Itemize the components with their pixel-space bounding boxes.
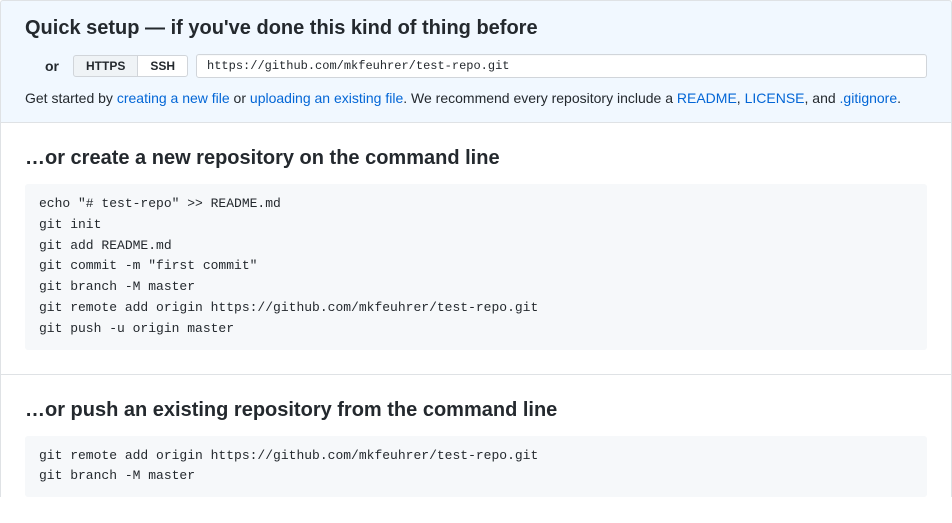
url-row: or HTTPS SSH xyxy=(25,54,927,78)
create-repo-code[interactable]: echo "# test-repo" >> README.md git init… xyxy=(25,184,927,350)
helper-and: , and xyxy=(805,90,840,106)
create-repo-title: …or create a new repository on the comma… xyxy=(25,147,927,170)
helper-or: or xyxy=(230,90,250,106)
ssh-button[interactable]: SSH xyxy=(137,55,188,77)
upload-file-link[interactable]: uploading an existing file xyxy=(250,90,403,106)
comma1: , xyxy=(737,90,745,106)
gitignore-link[interactable]: .gitignore xyxy=(840,90,898,106)
push-repo-title: …or push an existing repository from the… xyxy=(25,399,927,422)
push-repo-section: …or push an existing repository from the… xyxy=(0,375,952,498)
helper-text: Get started by creating a new file or up… xyxy=(25,90,927,106)
clone-url-input[interactable] xyxy=(196,54,927,78)
or-label: or xyxy=(45,58,59,74)
https-button[interactable]: HTTPS xyxy=(73,55,138,77)
readme-link[interactable]: README xyxy=(677,90,737,106)
helper-prefix: Get started by xyxy=(25,90,117,106)
protocol-button-group: HTTPS SSH xyxy=(73,55,188,77)
push-repo-code[interactable]: git remote add origin https://github.com… xyxy=(25,436,927,498)
license-link[interactable]: LICENSE xyxy=(745,90,805,106)
quick-setup-title: Quick setup — if you've done this kind o… xyxy=(25,17,927,40)
quick-setup-box: Quick setup — if you've done this kind o… xyxy=(0,0,952,123)
create-repo-section: …or create a new repository on the comma… xyxy=(0,123,952,375)
helper-mid: . We recommend every repository include … xyxy=(403,90,677,106)
create-file-link[interactable]: creating a new file xyxy=(117,90,230,106)
period: . xyxy=(897,90,901,106)
